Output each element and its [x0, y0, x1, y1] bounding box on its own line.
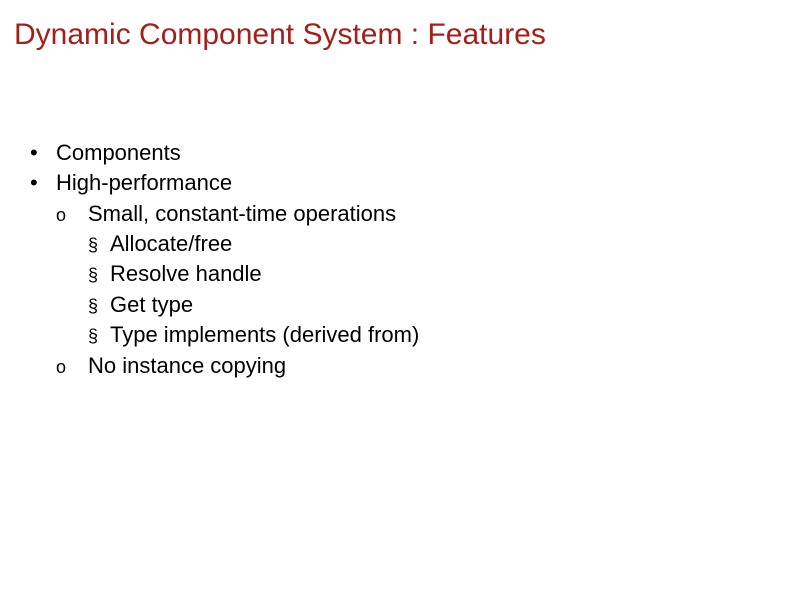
bullet-text: High-performance — [56, 168, 232, 198]
bullet-no-instance-copying: o No instance copying — [56, 351, 419, 381]
slide: Dynamic Component System : Features • Co… — [0, 0, 800, 600]
circle-icon: o — [56, 355, 88, 380]
bullet-text: Small, constant-time operations — [88, 199, 396, 229]
bullet-text: Resolve handle — [110, 259, 262, 289]
square-icon: § — [88, 233, 110, 258]
bullet-text: No instance copying — [88, 351, 286, 381]
slide-content: • Components • High-performance o Small,… — [30, 138, 419, 381]
bullet-allocate-free: § Allocate/free — [88, 229, 419, 259]
bullet-small-ops: o Small, constant-time operations — [56, 199, 419, 229]
bullet-get-type: § Get type — [88, 290, 419, 320]
bullet-text: Get type — [110, 290, 193, 320]
bullet-type-implements: § Type implements (derived from) — [88, 320, 419, 350]
bullet-text: Allocate/free — [110, 229, 232, 259]
dot-icon: • — [30, 168, 56, 198]
square-icon: § — [88, 324, 110, 349]
square-icon: § — [88, 294, 110, 319]
circle-icon: o — [56, 203, 88, 228]
square-icon: § — [88, 263, 110, 288]
dot-icon: • — [30, 138, 56, 168]
slide-title: Dynamic Component System : Features — [14, 18, 546, 52]
bullet-resolve-handle: § Resolve handle — [88, 259, 419, 289]
bullet-components: • Components — [30, 138, 419, 168]
bullet-text: Components — [56, 138, 181, 168]
bullet-text: Type implements (derived from) — [110, 320, 419, 350]
bullet-high-performance: • High-performance — [30, 168, 419, 198]
